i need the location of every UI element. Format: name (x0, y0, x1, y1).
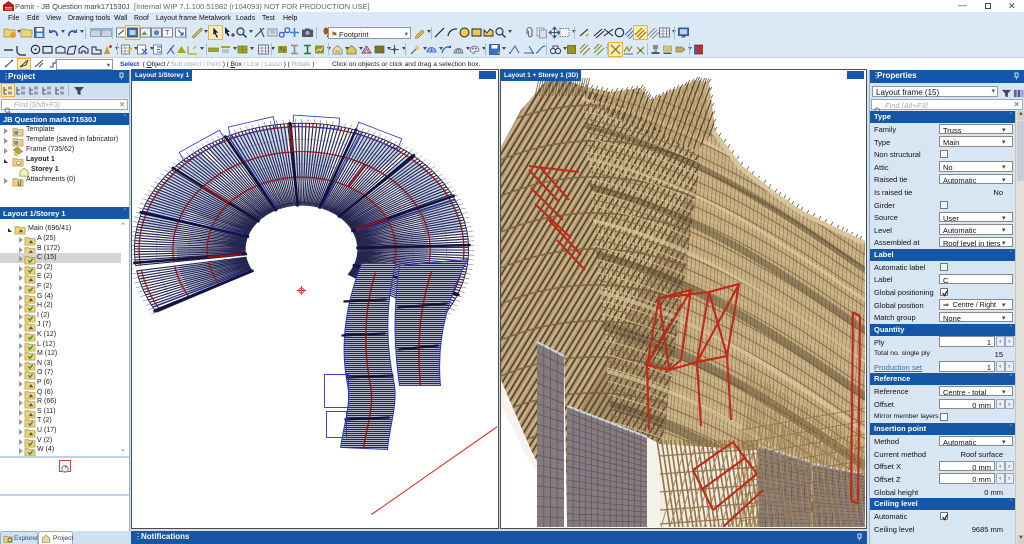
svg-text:T: T (165, 30, 170, 37)
